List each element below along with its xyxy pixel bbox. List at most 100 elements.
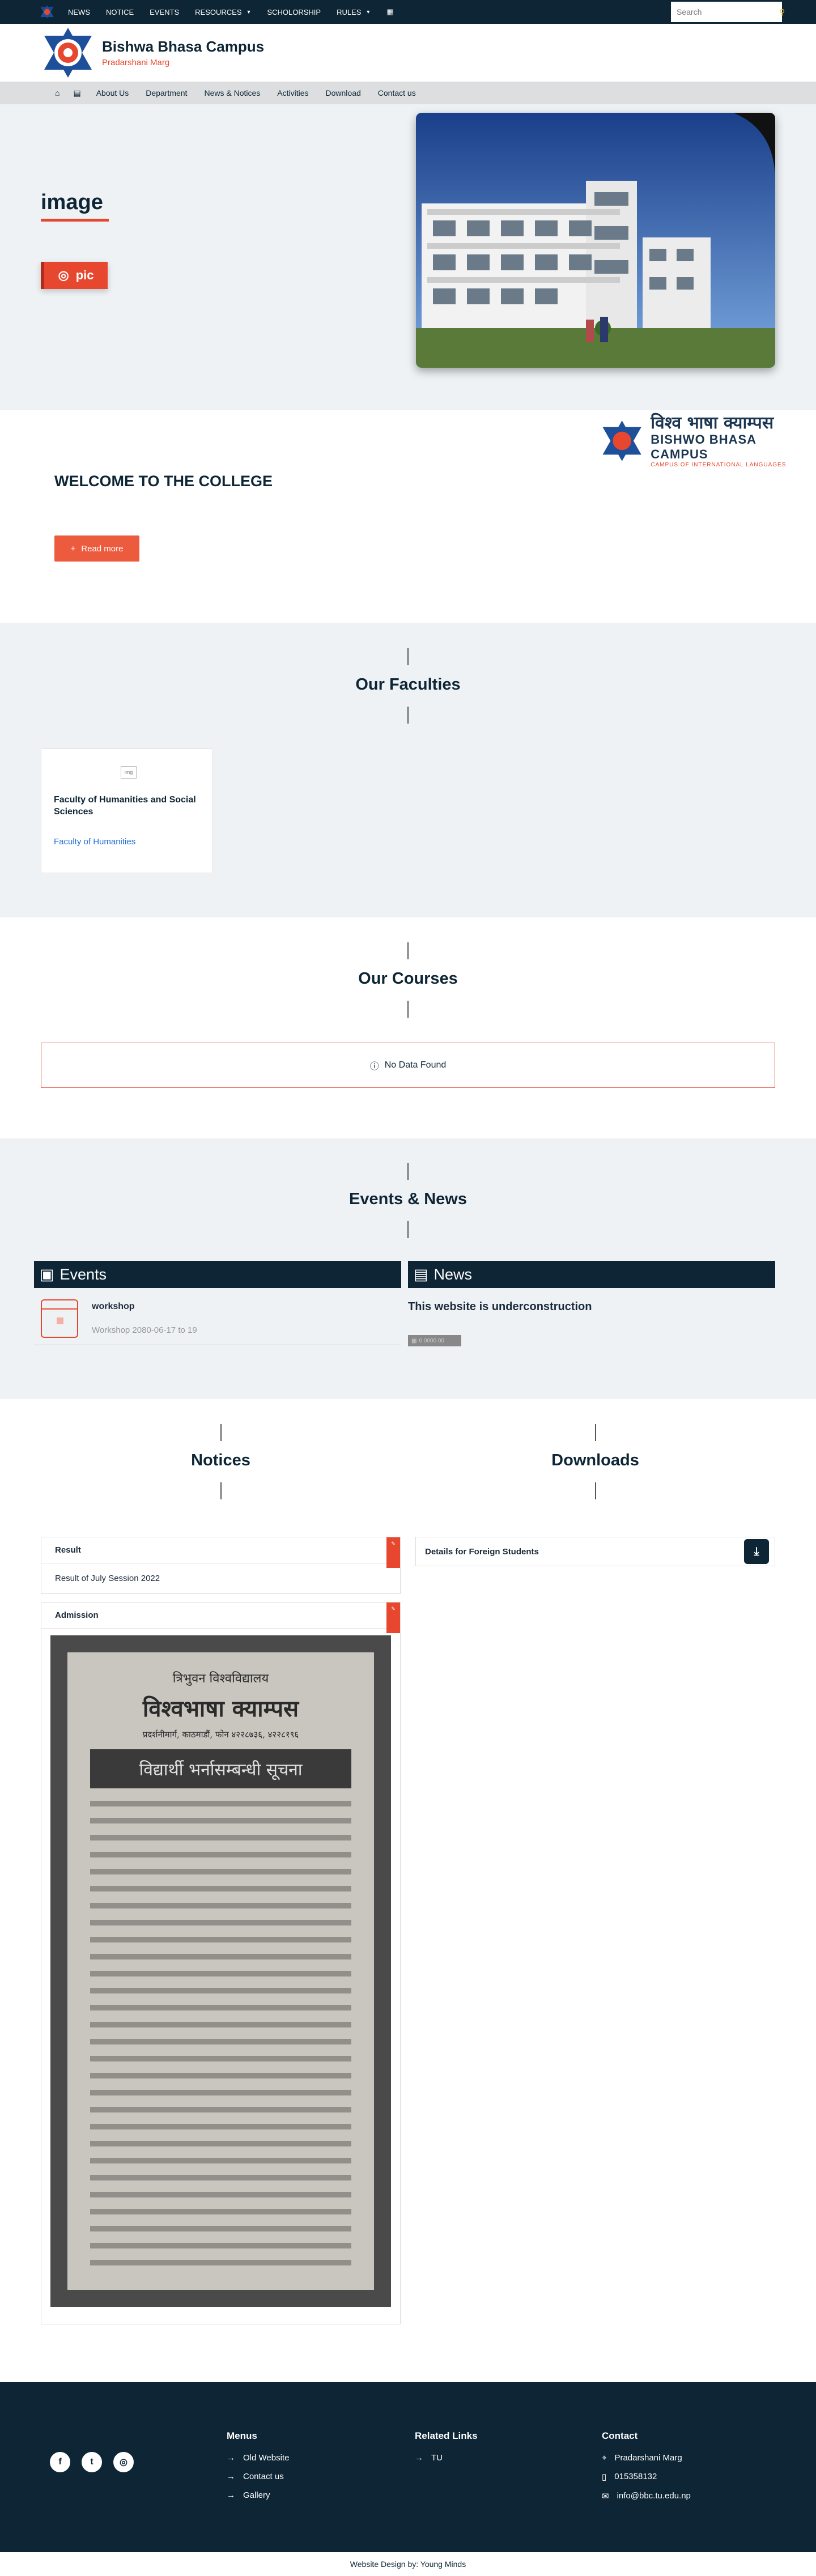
footer-menu-label: Contact us bbox=[243, 2472, 284, 2481]
footer-menu-label: Gallery bbox=[243, 2490, 270, 2500]
nav-about-us[interactable]: About Us bbox=[88, 88, 138, 97]
event-item[interactable]: workshop Workshop 2080-06-17 to 19 bbox=[34, 1299, 401, 1345]
topnav-resources-label: RESOURCES bbox=[195, 7, 242, 16]
paper-text-lines bbox=[90, 1801, 351, 2265]
footer-menu-item[interactable]: → Gallery bbox=[227, 2490, 289, 2500]
faculties-section: Our Faculties img Faculty of Humanities … bbox=[0, 623, 816, 917]
section-divider bbox=[407, 1001, 409, 1018]
pic-button-label: pic bbox=[75, 268, 94, 282]
footer-contact-head: Contact bbox=[602, 2430, 638, 2441]
topnav-rules-label: RULES bbox=[337, 7, 362, 16]
courses-title: Our Courses bbox=[358, 970, 458, 988]
footer-related-links: Related Links → TU bbox=[415, 2430, 478, 2472]
footer-link-item[interactable]: → TU bbox=[415, 2453, 478, 2463]
instagram-icon[interactable]: ◎ bbox=[113, 2452, 134, 2472]
info-icon: ⓘ bbox=[369, 1062, 379, 1072]
download-item: Details for Foreign Students ⤓ bbox=[415, 1537, 775, 1566]
arrow-right-icon: → bbox=[227, 2472, 235, 2481]
news-title[interactable]: This website is underconstruction bbox=[408, 1300, 775, 1313]
admission-notice-image[interactable]: त्रिभुवन विश्वविद्यालय विश्वभाषा क्याम्प… bbox=[50, 1635, 391, 2307]
nav-download[interactable]: Download bbox=[317, 88, 369, 97]
notice-paper: त्रिभुवन विश्वविद्यालय विश्वभाषा क्याम्प… bbox=[67, 1652, 374, 2290]
top-bar: NEWS NOTICE EVENTS RESOURCES ▼ SCHOLORSHI… bbox=[0, 0, 816, 24]
copyright-text: Website Design by: Young Minds bbox=[350, 2560, 466, 2569]
search-input[interactable] bbox=[677, 7, 779, 16]
site-branding: Bishwa Bhasa Campus Pradarshani Marg bbox=[102, 38, 264, 67]
calendar-link[interactable]: ▦ bbox=[379, 7, 401, 16]
courses-section: Our Courses ⓘ No Data Found bbox=[0, 917, 816, 1138]
search-icon[interactable]: ⚲ bbox=[779, 7, 785, 17]
campus-logo-small-icon[interactable] bbox=[40, 5, 54, 19]
topnav-events[interactable]: EVENTS bbox=[142, 8, 187, 16]
footer-contact-address: ⌖ Pradarshani Marg bbox=[602, 2453, 691, 2463]
topnav-notice[interactable]: NOTICE bbox=[98, 8, 142, 16]
facebook-icon[interactable]: f bbox=[50, 2452, 70, 2472]
footer-contact-phone[interactable]: ▯ 015358132 bbox=[602, 2472, 691, 2482]
calendar-icon: ▦ bbox=[411, 1337, 417, 1344]
news-column: ▤ News This website is underconstruction … bbox=[408, 1261, 775, 1346]
notices-downloads-columns: Notices Result ✎ Result of July Session … bbox=[0, 1424, 816, 2324]
notice-card-result[interactable]: Result ✎ Result of July Session 2022 bbox=[41, 1537, 401, 1594]
footer-menu-item[interactable]: → Old Website bbox=[227, 2453, 289, 2463]
footer-menus-head: Menus bbox=[227, 2430, 257, 2441]
campus-logo-icon[interactable] bbox=[40, 24, 96, 81]
news-date: 0 0000 00 bbox=[419, 1337, 444, 1344]
brand-tagline: CAMPUS OF INTERNATIONAL LANGUAGES bbox=[651, 462, 787, 468]
copyright-bar: Website Design by: Young Minds bbox=[0, 2552, 816, 2576]
welcome-title: WELCOME TO THE COLLEGE bbox=[54, 473, 273, 490]
event-title[interactable]: workshop bbox=[92, 1302, 197, 1312]
news-header: ▤ News bbox=[408, 1261, 775, 1288]
topnav-scholorship[interactable]: SCHOLORSHIP bbox=[259, 8, 329, 16]
site-subtitle: Pradarshani Marg bbox=[102, 58, 170, 67]
events-news-section: Events & News ▣ Events workshop Workshop … bbox=[0, 1138, 816, 1399]
pic-button[interactable]: ◎ pic bbox=[41, 262, 108, 289]
downloads-column: Downloads Details for Foreign Students ⤓ bbox=[415, 1424, 775, 2324]
notice-body[interactable]: Result of July Session 2022 bbox=[41, 1563, 400, 1593]
top-nav: NEWS NOTICE EVENTS RESOURCES ▼ SCHOLORSHI… bbox=[40, 5, 402, 19]
event-description: Workshop 2080-06-17 to 19 bbox=[92, 1325, 197, 1335]
contact-email: info@bbc.tu.edu.np bbox=[617, 2491, 691, 2501]
download-item-label: Details for Foreign Students bbox=[425, 1546, 539, 1557]
building-icon[interactable]: ▤ bbox=[66, 88, 87, 98]
site-title[interactable]: Bishwa Bhasa Campus bbox=[102, 38, 264, 56]
event-calendar-icon bbox=[41, 1299, 78, 1338]
notice-card-admission[interactable]: Admission ✎ त्रिभुवन विश्वविद्यालय विश्व… bbox=[41, 1602, 401, 2324]
notices-column: Notices Result ✎ Result of July Session … bbox=[41, 1424, 401, 2324]
paper-line-1: त्रिभुवन विश्वविद्यालय bbox=[172, 1672, 269, 1686]
footer-menu-item[interactable]: → Contact us bbox=[227, 2472, 289, 2481]
notice-head: Admission bbox=[41, 1602, 400, 1629]
nav-activities[interactable]: Activities bbox=[269, 88, 317, 97]
section-divider bbox=[594, 1424, 596, 1441]
faculty-link[interactable]: Faculty of Humanities bbox=[54, 837, 135, 847]
nav-contact-us[interactable]: Contact us bbox=[369, 88, 424, 97]
topnav-news[interactable]: NEWS bbox=[60, 8, 98, 16]
pin-icon: ✎ bbox=[386, 1602, 400, 1633]
topnav-rules[interactable]: RULES ▼ bbox=[329, 8, 379, 16]
footer-links-head: Related Links bbox=[415, 2430, 478, 2441]
twitter-icon[interactable]: t bbox=[82, 2452, 102, 2472]
events-header-label: Events bbox=[60, 1265, 107, 1283]
footer-contact-email[interactable]: ✉ info@bbc.tu.edu.np bbox=[602, 2491, 691, 2501]
section-divider bbox=[220, 1482, 222, 1499]
topnav-resources[interactable]: RESOURCES ▼ bbox=[187, 8, 259, 16]
hero-underline bbox=[41, 219, 109, 222]
footer-menus: Menus → Old Website → Contact us → Gallery bbox=[227, 2430, 289, 2509]
contact-phone: 015358132 bbox=[614, 2472, 657, 2481]
nav-news-notices[interactable]: News & Notices bbox=[196, 88, 269, 97]
arrow-right-icon: → bbox=[415, 2453, 423, 2463]
section-divider bbox=[407, 1221, 409, 1238]
check-circle-icon: ◎ bbox=[58, 268, 69, 282]
download-icon: ⤓ bbox=[754, 1545, 759, 1558]
calendar-icon: ▣ bbox=[40, 1265, 54, 1283]
nav-department[interactable]: Department bbox=[137, 88, 196, 97]
search-box: ⚲ bbox=[671, 2, 785, 22]
read-more-button[interactable]: + Read more bbox=[54, 535, 139, 562]
home-icon[interactable]: ⌂ bbox=[48, 88, 66, 97]
faculty-card-title: Faculty of Humanities and Social Science… bbox=[54, 795, 196, 817]
calendar-icon: ▦ bbox=[386, 7, 394, 16]
download-button[interactable]: ⤓ bbox=[744, 1539, 769, 1564]
faculty-card[interactable]: img Faculty of Humanities and Social Sci… bbox=[41, 749, 213, 873]
site-header: Bishwa Bhasa Campus Pradarshani Marg bbox=[0, 24, 816, 82]
